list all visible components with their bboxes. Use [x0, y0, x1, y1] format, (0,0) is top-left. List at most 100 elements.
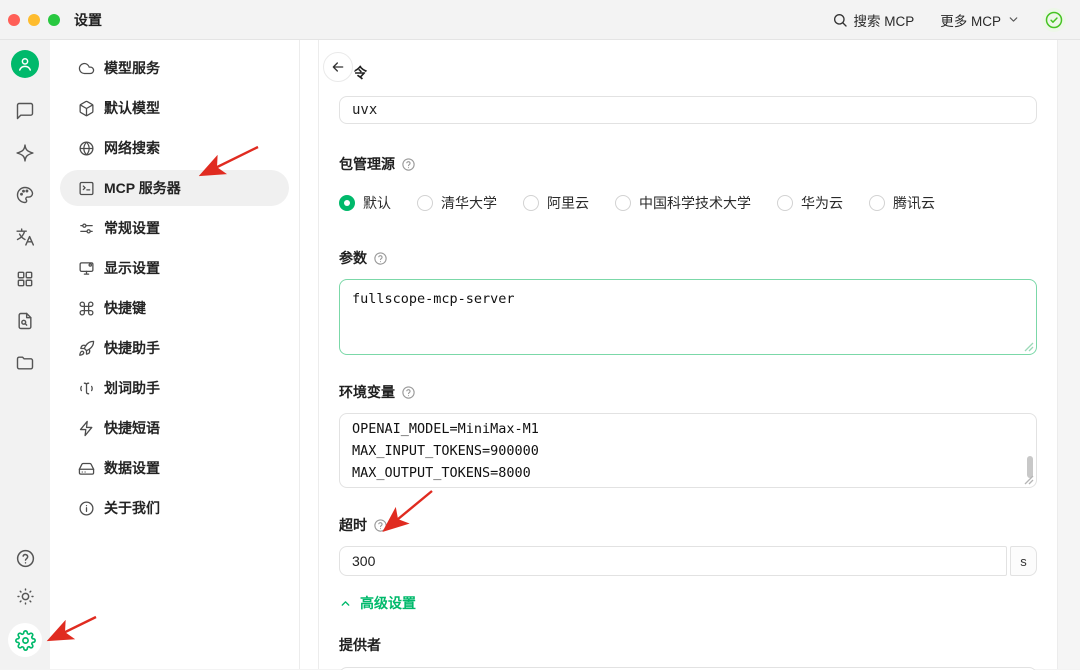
- advanced-settings-label: 高级设置: [360, 593, 416, 613]
- radio-option-tsinghua[interactable]: 清华大学: [417, 193, 497, 213]
- sidebar-content-gap: [300, 40, 318, 669]
- radio-option-huawei[interactable]: 华为云: [777, 193, 843, 213]
- env-label: 环境变量: [339, 382, 395, 402]
- resize-handle-icon[interactable]: [1024, 475, 1034, 485]
- settings-active-button[interactable]: [8, 623, 42, 657]
- settings-sidebar: 模型服务 默认模型 网络搜索 MCP 服务器 常规设置 显示设置 快捷键 快捷: [50, 40, 300, 669]
- timeout-label-row: 超时: [339, 515, 1037, 535]
- window-controls: [8, 14, 60, 26]
- chevron-up-icon: [339, 597, 352, 610]
- radio-icon: [777, 195, 793, 211]
- help-circle-icon[interactable]: [401, 157, 416, 172]
- resize-handle-icon[interactable]: [1024, 342, 1034, 352]
- sidebar-item-selection-assistant[interactable]: 划词助手: [60, 370, 289, 406]
- more-mcp-dropdown[interactable]: 更多 MCP: [940, 10, 1020, 30]
- sidebar-item-label: 关于我们: [104, 498, 160, 518]
- args-textarea[interactable]: fullscope-mcp-server: [339, 279, 1037, 355]
- package-icon: [78, 100, 95, 117]
- sidebar-item-label: 划词助手: [104, 378, 160, 398]
- help-circle-icon[interactable]: [373, 518, 388, 533]
- gear-icon: [15, 630, 36, 651]
- radio-option-ustc[interactable]: 中国科学技术大学: [615, 193, 751, 213]
- mcp-status-badge[interactable]: [1042, 8, 1066, 32]
- icon-rail: [0, 40, 50, 669]
- sidebar-item-quick-phrases[interactable]: 快捷短语: [60, 410, 289, 446]
- sliders-icon: [78, 220, 95, 237]
- radio-icon: [523, 195, 539, 211]
- text-cursor-icon: [78, 380, 95, 397]
- env-textarea[interactable]: OPENAI_MODEL=MiniMax-M1 MAX_INPUT_TOKENS…: [339, 413, 1037, 488]
- advanced-settings-toggle[interactable]: 高级设置: [339, 593, 416, 613]
- sidebar-item-label: 模型服务: [104, 58, 160, 78]
- radio-icon: [869, 195, 885, 211]
- command-key-icon: [78, 300, 95, 317]
- translate-icon[interactable]: [14, 226, 36, 248]
- radio-option-tencent[interactable]: 腾讯云: [869, 193, 935, 213]
- lightning-icon: [78, 420, 95, 437]
- apps-grid-icon[interactable]: [14, 268, 36, 290]
- timeout-input[interactable]: [339, 546, 1007, 576]
- search-mcp-label: 搜索 MCP: [854, 10, 915, 30]
- sidebar-item-shortcuts[interactable]: 快捷键: [60, 290, 289, 326]
- sidebar-item-quick-assistant[interactable]: 快捷助手: [60, 330, 289, 366]
- env-line: MAX_OUTPUT_TOKENS=8000: [352, 462, 1024, 484]
- window-titlebar: 设置 搜索 MCP 更多 MCP: [0, 0, 1080, 40]
- file-search-icon[interactable]: [14, 310, 36, 332]
- provider-label-row: 提供者: [339, 635, 1037, 655]
- hard-drive-icon: [78, 460, 95, 477]
- terminal-icon: [78, 180, 95, 197]
- sidebar-item-web-search[interactable]: 网络搜索: [60, 130, 289, 166]
- env-label-row: 环境变量: [339, 382, 1037, 402]
- command-input[interactable]: [339, 96, 1037, 124]
- command-label-row: 命令: [339, 40, 1037, 83]
- info-circle-icon: [78, 500, 95, 517]
- sidebar-item-label: 网络搜索: [104, 138, 160, 158]
- monitor-icon: [78, 260, 95, 277]
- sidebar-item-mcp-servers[interactable]: MCP 服务器: [60, 170, 289, 206]
- search-mcp-button[interactable]: 搜索 MCP: [832, 10, 915, 30]
- sidebar-item-label: 数据设置: [104, 458, 160, 478]
- window-close-button[interactable]: [8, 14, 20, 26]
- more-mcp-label: 更多 MCP: [940, 10, 1001, 30]
- args-label-row: 参数: [339, 248, 1037, 268]
- user-avatar[interactable]: [11, 50, 39, 78]
- window-minimize-button[interactable]: [28, 14, 40, 26]
- page-title: 设置: [74, 10, 102, 30]
- globe-icon: [78, 140, 95, 157]
- radio-option-default[interactable]: 默认: [339, 193, 391, 213]
- sidebar-item-about-us[interactable]: 关于我们: [60, 490, 289, 526]
- back-button[interactable]: [323, 52, 353, 82]
- sidebar-item-general-settings[interactable]: 常规设置: [60, 210, 289, 246]
- env-line: OPENAI_MODEL=MiniMax-M1: [352, 418, 1024, 440]
- sidebar-item-display-settings[interactable]: 显示设置: [60, 250, 289, 286]
- rocket-icon: [78, 340, 95, 357]
- timeout-unit-suffix: s: [1010, 546, 1037, 576]
- radio-icon: [615, 195, 631, 211]
- help-circle-icon[interactable]: [373, 251, 388, 266]
- sidebar-item-model-services[interactable]: 模型服务: [60, 50, 289, 86]
- sidebar-item-label: 快捷短语: [104, 418, 160, 438]
- sidebar-item-label: 快捷键: [104, 298, 146, 318]
- chat-icon[interactable]: [14, 100, 36, 122]
- env-line: MAX_INPUT_TOKENS=900000: [352, 440, 1024, 462]
- check-circle-icon: [1044, 10, 1064, 30]
- right-gutter: [1058, 40, 1080, 669]
- help-icon[interactable]: [14, 547, 36, 569]
- sidebar-item-label: 常规设置: [104, 218, 160, 238]
- radio-option-aliyun[interactable]: 阿里云: [523, 193, 589, 213]
- sidebar-item-data-settings[interactable]: 数据设置: [60, 450, 289, 486]
- sidebar-item-label: MCP 服务器: [104, 178, 181, 198]
- window-zoom-button[interactable]: [48, 14, 60, 26]
- registry-radio-group: 默认 清华大学 阿里云 中国科学技术大学 华为云 腾讯云: [339, 193, 1037, 213]
- cloud-icon: [78, 60, 95, 77]
- args-label: 参数: [339, 248, 367, 268]
- sidebar-item-default-models[interactable]: 默认模型: [60, 90, 289, 126]
- sidebar-item-label: 默认模型: [104, 98, 160, 118]
- palette-icon[interactable]: [14, 184, 36, 206]
- theme-brightness-icon[interactable]: [14, 585, 36, 607]
- help-circle-icon[interactable]: [401, 385, 416, 400]
- radio-icon: [417, 195, 433, 211]
- search-icon: [832, 12, 848, 28]
- folder-icon[interactable]: [14, 352, 36, 374]
- sparkle-icon[interactable]: [14, 142, 36, 164]
